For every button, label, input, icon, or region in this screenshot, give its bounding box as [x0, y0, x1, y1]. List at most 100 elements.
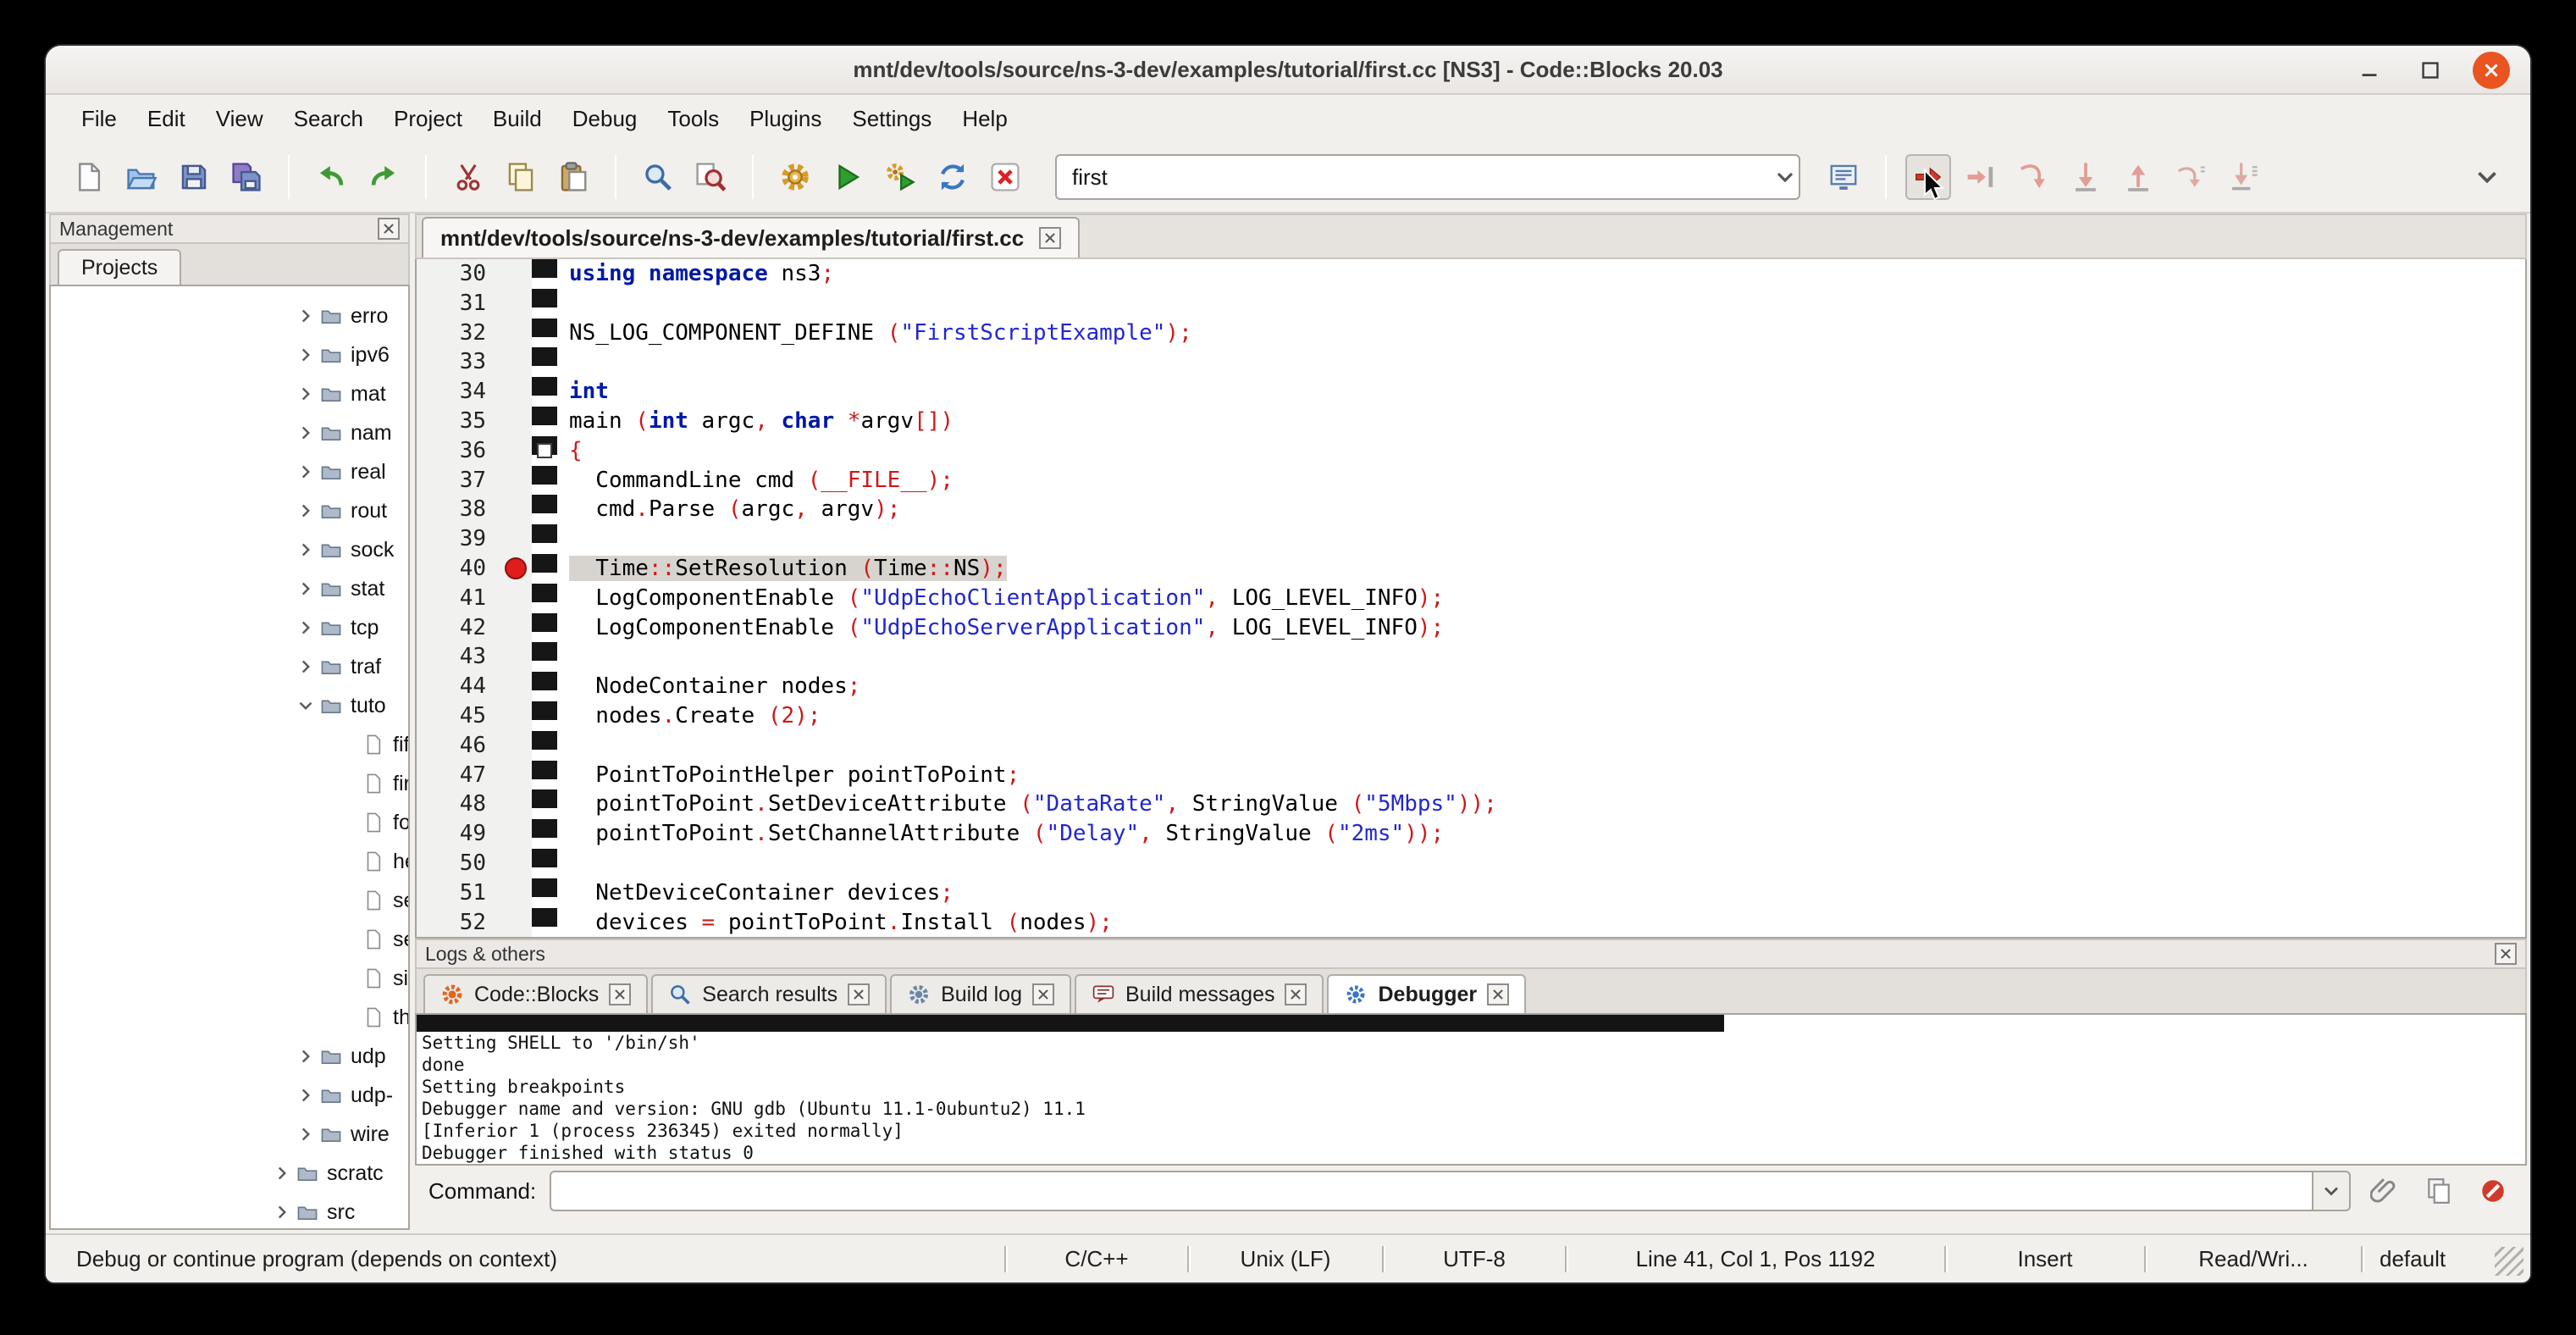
tab-close-icon[interactable] — [609, 983, 631, 1005]
command-dropdown-button[interactable] — [2313, 1171, 2351, 1211]
undo-button[interactable] — [308, 154, 354, 200]
code-area[interactable]: 30using namespace ns3;3132NS_LOG_COMPONE… — [417, 259, 2525, 937]
build-button[interactable] — [772, 154, 818, 200]
breakpoint-margin[interactable] — [501, 347, 532, 377]
log-selected-line[interactable] — [417, 1015, 1724, 1032]
abort-build-button[interactable] — [982, 154, 1028, 200]
code-line-50[interactable]: 50 — [417, 849, 2525, 878]
copy-button[interactable] — [498, 154, 544, 200]
code-line-39[interactable]: 39 — [417, 524, 2525, 554]
logs-tab-build-log[interactable]: Build log — [890, 974, 1071, 1013]
code-line-30[interactable]: 30using namespace ns3; — [417, 259, 2525, 289]
code-line-36[interactable]: 36{ — [417, 436, 2525, 466]
logs-tab-code-blocks[interactable]: Code::Blocks — [423, 974, 648, 1013]
code-line-34[interactable]: 34int — [417, 377, 2525, 407]
menu-tools[interactable]: Tools — [652, 99, 734, 139]
breakpoint-margin[interactable] — [501, 259, 532, 289]
breakpoint-margin[interactable] — [501, 819, 532, 849]
breakpoint-margin[interactable] — [501, 377, 532, 407]
breakpoint-icon[interactable] — [505, 557, 527, 579]
breakpoint-margin[interactable] — [501, 731, 532, 761]
run-button[interactable] — [825, 154, 871, 200]
code-line-51[interactable]: 51 NetDeviceContainer devices; — [417, 878, 2525, 908]
tree-item-ipv6[interactable]: ipv6 — [51, 335, 408, 374]
tree-item-rout[interactable]: rout — [51, 491, 408, 530]
attach-button[interactable] — [2364, 1171, 2405, 1211]
code-line-37[interactable]: 37 CommandLine cmd (__FILE__); — [417, 466, 2525, 496]
maximize-button[interactable] — [2412, 52, 2449, 89]
tree-item-se[interactable]: se — [51, 920, 408, 959]
tree-item-src[interactable]: src — [51, 1193, 408, 1230]
title-bar[interactable]: mnt/dev/tools/source/ns-3-dev/examples/t… — [46, 46, 2530, 95]
menu-debug[interactable]: Debug — [557, 99, 653, 139]
fold-marker-icon[interactable] — [537, 443, 552, 458]
tree-item-fir[interactable]: fir — [51, 764, 408, 803]
step-into-button[interactable] — [2063, 154, 2109, 200]
menu-plugins[interactable]: Plugins — [734, 99, 837, 139]
tree-item-th[interactable]: th — [51, 998, 408, 1037]
build-target-button[interactable] — [1821, 154, 1866, 200]
breakpoint-margin[interactable] — [501, 849, 532, 878]
code-line-42[interactable]: 42 LogComponentEnable ("UdpEchoServerApp… — [417, 613, 2525, 643]
editor-tab-close-icon[interactable] — [1039, 227, 1061, 249]
code-line-31[interactable]: 31 — [417, 289, 2525, 319]
resize-grip[interactable] — [2495, 1247, 2523, 1276]
redo-button[interactable] — [361, 154, 406, 200]
logs-tab-debugger[interactable]: Debugger — [1327, 974, 1526, 1013]
code-line-33[interactable]: 33 — [417, 347, 2525, 377]
logs-tab-search-results[interactable]: Search results — [651, 974, 887, 1013]
breakpoint-margin[interactable] — [501, 319, 532, 348]
breakpoint-margin[interactable] — [501, 289, 532, 319]
save-all-files-button[interactable] — [224, 154, 269, 200]
next-line-button[interactable] — [2010, 154, 2056, 200]
tree-item-nam[interactable]: nam — [51, 413, 408, 452]
paste-button[interactable] — [550, 154, 596, 200]
tree-item-udp-[interactable]: udp- — [51, 1076, 408, 1115]
tree-item-fo[interactable]: fo — [51, 803, 408, 842]
tree-item-traf[interactable]: traf — [51, 647, 408, 686]
code-line-47[interactable]: 47 PointToPointHelper pointToPoint; — [417, 761, 2525, 790]
next-instruction-button[interactable] — [2168, 154, 2214, 200]
breakpoint-margin[interactable] — [501, 642, 532, 672]
code-line-32[interactable]: 32NS_LOG_COMPONENT_DEFINE ("FirstScriptE… — [417, 319, 2525, 348]
code-line-49[interactable]: 49 pointToPoint.SetChannelAttribute ("De… — [417, 819, 2525, 849]
menu-edit[interactable]: Edit — [132, 99, 201, 139]
step-into-instruction-button[interactable] — [2220, 154, 2266, 200]
open-file-button[interactable] — [119, 154, 164, 200]
tab-close-icon[interactable] — [1487, 983, 1509, 1005]
tree-item-scratc[interactable]: scratc — [51, 1154, 408, 1193]
menu-search[interactable]: Search — [279, 99, 379, 139]
breakpoint-margin[interactable] — [501, 761, 532, 790]
tree-item-udp[interactable]: udp — [51, 1037, 408, 1076]
tree-item-real[interactable]: real — [51, 452, 408, 491]
breakpoint-margin[interactable] — [501, 672, 532, 701]
step-out-button[interactable] — [2115, 154, 2161, 200]
minimize-button[interactable] — [2351, 52, 2388, 89]
tree-item-se[interactable]: se — [51, 881, 408, 920]
code-line-43[interactable]: 43 — [417, 642, 2525, 672]
breakpoint-margin[interactable] — [501, 436, 532, 466]
find-button[interactable] — [635, 154, 681, 200]
code-line-41[interactable]: 41 LogComponentEnable ("UdpEchoClientApp… — [417, 584, 2525, 613]
code-line-52[interactable]: 52 devices = pointToPoint.Install (nodes… — [417, 908, 2525, 938]
tree-item-stat[interactable]: stat — [51, 569, 408, 608]
save-file-button[interactable] — [171, 154, 217, 200]
tab-projects[interactable]: Projects — [58, 249, 181, 285]
run-to-cursor-button[interactable] — [1958, 154, 2004, 200]
tree-item-tcp[interactable]: tcp — [51, 608, 408, 647]
menu-project[interactable]: Project — [379, 99, 478, 139]
build-and-run-button[interactable] — [877, 154, 923, 200]
tree-item-sock[interactable]: sock — [51, 530, 408, 569]
debugger-log[interactable]: Setting SHELL to '/bin/sh'doneSetting br… — [415, 1013, 2527, 1166]
tree-item-si[interactable]: si — [51, 959, 408, 998]
menu-help[interactable]: Help — [947, 99, 1022, 139]
command-input[interactable] — [550, 1171, 2313, 1211]
code-line-46[interactable]: 46 — [417, 731, 2525, 761]
clear-log-button[interactable] — [2473, 1171, 2513, 1211]
menu-settings[interactable]: Settings — [837, 99, 947, 139]
find-in-files-button[interactable] — [688, 154, 733, 200]
debug-continue-button[interactable] — [1905, 154, 1951, 200]
logs-tab-build-messages[interactable]: Build messages — [1075, 974, 1324, 1013]
tree-item-fif[interactable]: fif — [51, 725, 408, 764]
tree-item-he[interactable]: he — [51, 842, 408, 881]
